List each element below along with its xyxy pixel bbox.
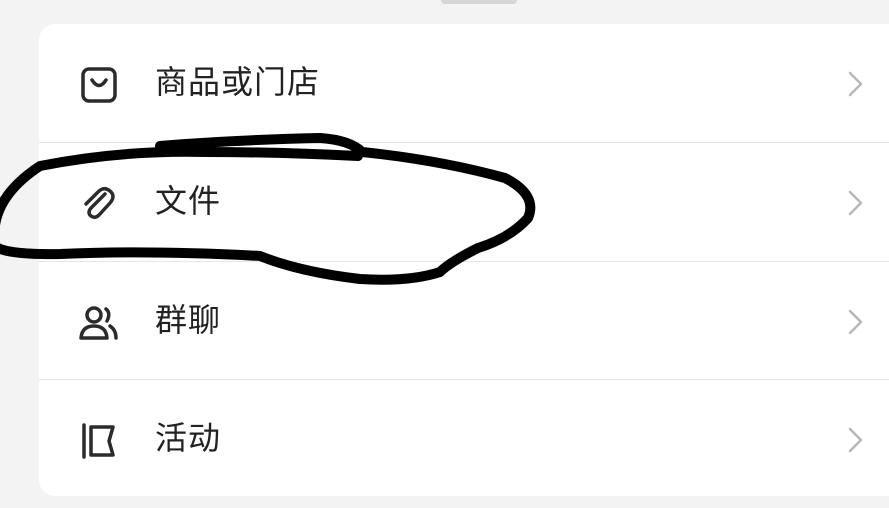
chevron-right-icon bbox=[845, 426, 865, 454]
menu-item-label: 文件 bbox=[155, 182, 222, 220]
menu-card: 商品或门店 文件 群聊 活动 bbox=[39, 24, 889, 496]
activity-flag-icon bbox=[77, 419, 121, 463]
paperclip-icon bbox=[77, 182, 121, 226]
menu-item-products-or-stores[interactable]: 商品或门店 bbox=[39, 24, 889, 142]
group-users-icon bbox=[77, 301, 121, 345]
menu-item-group-chats[interactable]: 群聊 bbox=[39, 262, 889, 380]
menu-item-label: 活动 bbox=[155, 419, 222, 457]
menu-item-files[interactable]: 文件 bbox=[39, 143, 889, 261]
menu-item-label: 群聊 bbox=[155, 301, 222, 339]
drag-handle[interactable] bbox=[441, 0, 517, 4]
chevron-right-icon bbox=[845, 70, 865, 98]
menu-item-activities[interactable]: 活动 bbox=[39, 380, 889, 498]
menu-item-label: 商品或门店 bbox=[155, 63, 321, 101]
chevron-right-icon bbox=[845, 308, 865, 336]
shopping-bag-icon bbox=[77, 63, 121, 107]
chevron-right-icon bbox=[845, 189, 865, 217]
